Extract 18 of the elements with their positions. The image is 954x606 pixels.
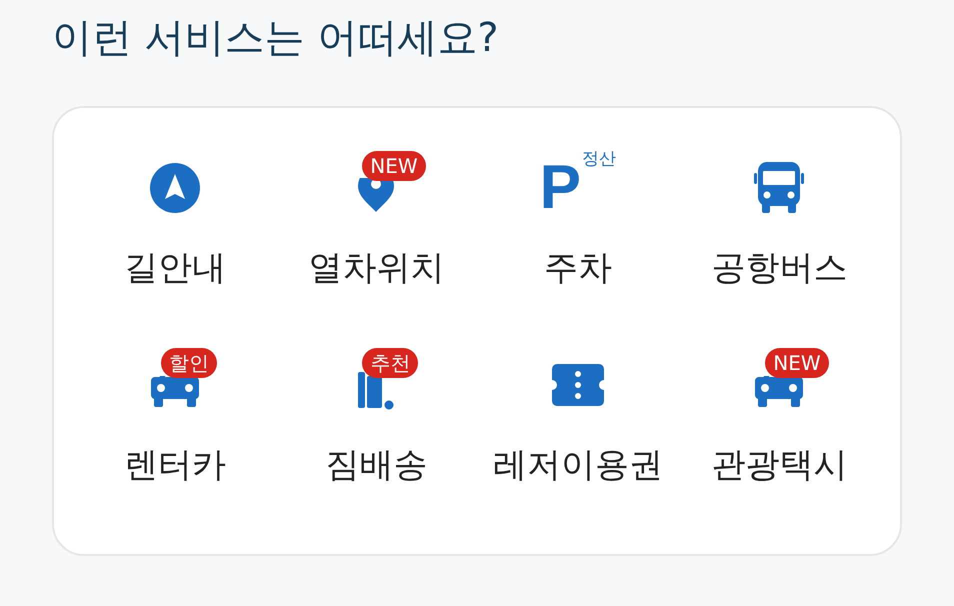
service-label[interactable]: 길안내 xyxy=(124,248,226,288)
service-label[interactable]: 짐배송 xyxy=(325,445,428,485)
service-label[interactable]: 공항버스 xyxy=(711,248,848,288)
ticket-icon[interactable] xyxy=(552,364,604,406)
service-label[interactable]: 열차위치 xyxy=(308,248,444,288)
service-tag: 추천 xyxy=(362,348,418,378)
bus-icon[interactable] xyxy=(754,162,804,213)
service-tag: 할인 xyxy=(160,348,217,378)
luggage-cart-icon[interactable] xyxy=(358,372,394,410)
parking-payment-text: 정산 xyxy=(582,149,616,169)
parking-sign[interactable]: P xyxy=(540,163,581,213)
service-tag: NEW xyxy=(362,151,426,181)
service-label[interactable]: 렌터카 xyxy=(124,445,226,485)
section-title: 이런 서비스는 어떠세요? xyxy=(52,14,499,62)
service-label[interactable]: 주차 xyxy=(544,248,612,288)
service-tag: NEW xyxy=(765,348,829,378)
service-label[interactable]: 관광택시 xyxy=(711,445,848,485)
service-label[interactable]: 레저이용권 xyxy=(492,445,663,485)
